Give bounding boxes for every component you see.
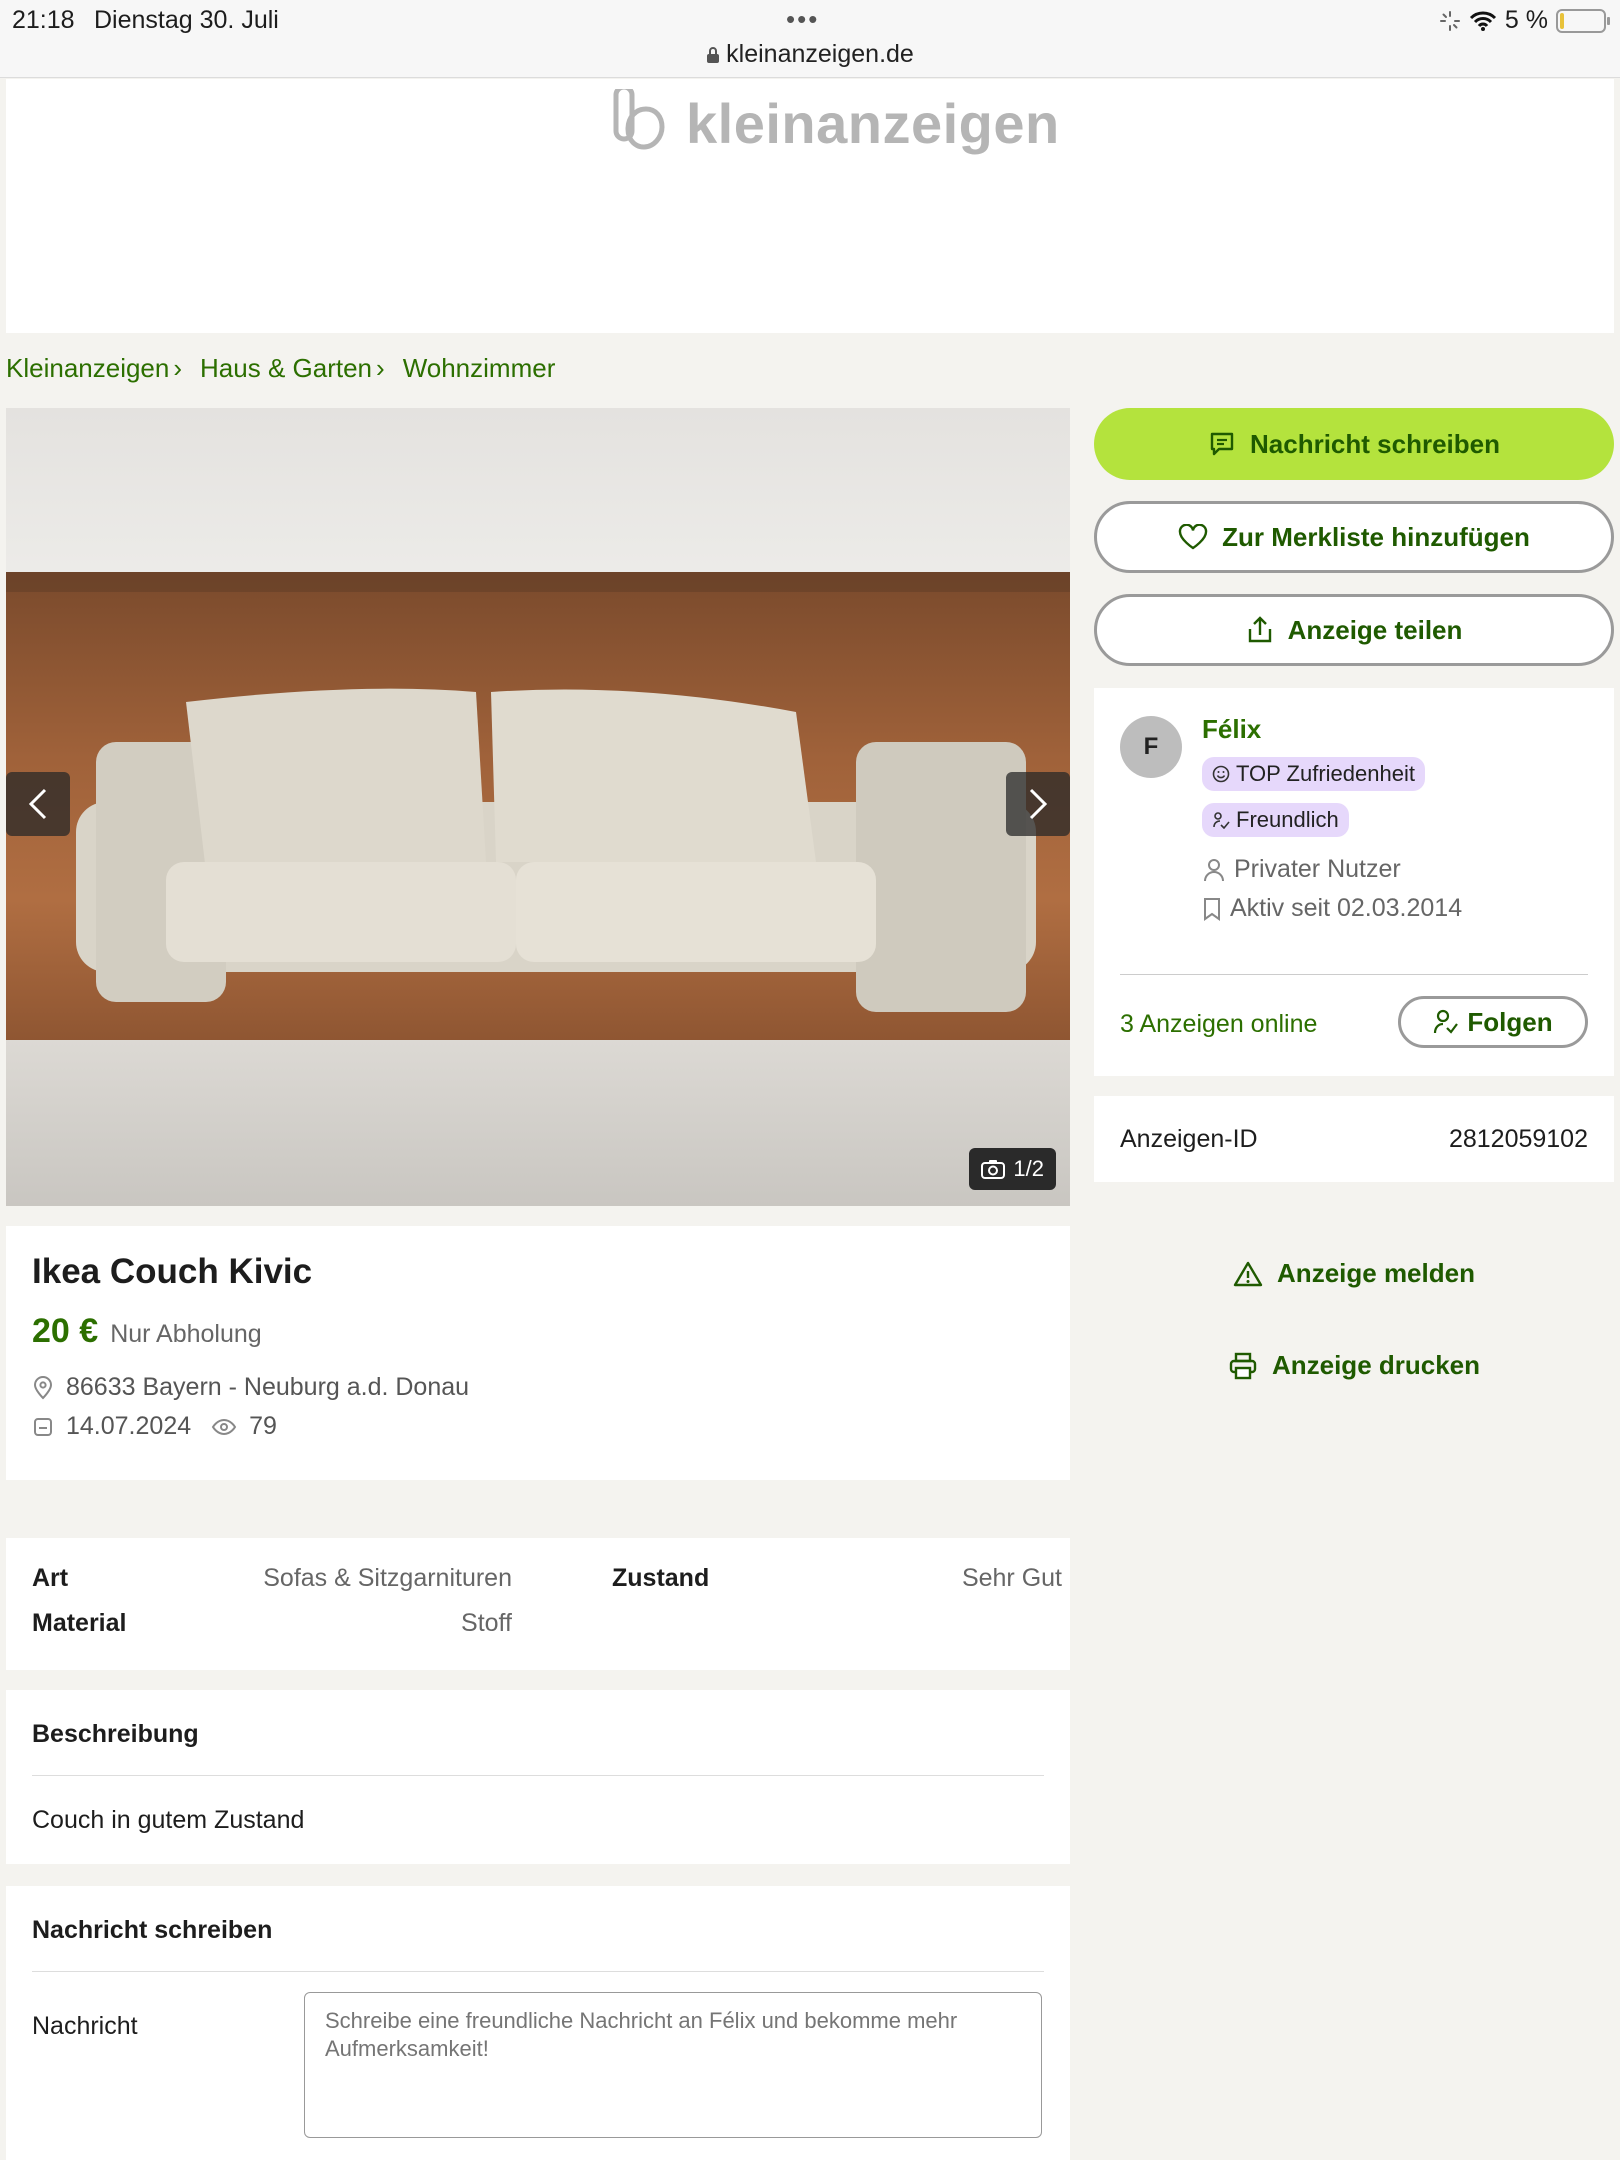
share-icon <box>1248 616 1271 643</box>
seller-card: F Félix TOP Zufriedenheit Freundlich Pri… <box>1094 688 1614 1076</box>
smiley-icon <box>1212 765 1230 783</box>
attr-art-label: Art <box>32 1564 69 1592</box>
ad-date: 14.07.2024 <box>66 1412 192 1440</box>
shipping-info: Nur Abholung <box>110 1320 262 1348</box>
status-bar: 21:18 Dienstag 30. Juli ••• kleinanzeige… <box>0 0 1620 78</box>
gallery-prev-button[interactable] <box>6 772 70 836</box>
battery-icon <box>1556 8 1610 33</box>
friendly-badge: Freundlich <box>1202 803 1349 837</box>
wifi-icon <box>1469 11 1496 31</box>
ad-location: 86633 Bayern - Neuburg a.d. Donau <box>66 1373 470 1401</box>
message-section-title: Nachricht schreiben <box>32 1886 1044 1972</box>
kleinanzeigen-logo-icon <box>613 89 665 150</box>
status-indicators: 5 % <box>1439 6 1610 35</box>
camera-icon <box>981 1160 1006 1179</box>
attr-art-value: Sofas & Sitzgarnituren <box>263 1564 512 1592</box>
address-bar[interactable]: kleinanzeigen.de <box>0 40 1620 69</box>
couch-image <box>76 688 1036 1012</box>
satisfaction-badge: TOP Zufriedenheit <box>1202 757 1425 791</box>
chevron-right-icon: › <box>376 353 385 383</box>
status-time: 21:18 <box>12 6 75 34</box>
calendar-icon <box>34 1417 52 1436</box>
logo-text: kleinanzeigen <box>686 91 1060 155</box>
ad-summary-card: Ikea Couch Kivic 20 € Nur Abholung 86633… <box>6 1226 1070 1480</box>
message-textarea[interactable] <box>304 1992 1042 2138</box>
chevron-left-icon <box>28 788 47 820</box>
status-date: Dienstag 30. Juli <box>94 6 279 34</box>
breadcrumb-item[interactable]: Kleinanzeigen › <box>6 353 182 384</box>
gallery-next-button[interactable] <box>1006 772 1070 836</box>
ad-id-card: Anzeigen-ID 2812059102 <box>1094 1096 1614 1182</box>
person-icon <box>1204 858 1224 881</box>
share-ad-button[interactable]: Anzeige teilen <box>1094 594 1614 666</box>
seller-type: Privater Nutzer <box>1202 855 1462 884</box>
handshake-icon <box>1213 812 1230 829</box>
url-text: kleinanzeigen.de <box>726 40 914 68</box>
ad-id-value: 2812059102 <box>1448 1124 1588 1153</box>
seller-name[interactable]: Félix <box>1202 714 1462 745</box>
description-title: Beschreibung <box>32 1690 1044 1776</box>
battery-percent: 5 % <box>1504 6 1548 34</box>
follow-user-icon <box>1434 1009 1459 1034</box>
attributes-card: Art Sofas & Sitzgarnituren Zustand Sehr … <box>6 1538 1070 1670</box>
message-form-card: Nachricht schreiben Nachricht <box>6 1886 1070 2160</box>
write-message-button[interactable]: Nachricht schreiben <box>1094 408 1614 480</box>
breadcrumb: Kleinanzeigen › Haus & Garten › Wohnzimmer <box>6 353 555 384</box>
chevron-right-icon: › <box>173 353 183 383</box>
seller-active-since: Aktiv seit 02.03.2014 <box>1202 894 1462 923</box>
chevron-right-icon <box>1029 788 1048 820</box>
attr-zustand-value: Sehr Gut <box>961 1564 1062 1592</box>
loading-spinner-icon <box>1439 10 1460 31</box>
listing-photo[interactable] <box>6 572 1070 1040</box>
ad-id-label: Anzeigen-ID <box>1120 1124 1258 1153</box>
eye-icon <box>211 1418 237 1435</box>
ad-title: Ikea Couch Kivic <box>32 1252 313 1291</box>
breadcrumb-item[interactable]: Haus & Garten › <box>200 353 385 384</box>
attr-zustand-label: Zustand <box>612 1564 710 1592</box>
attr-material-value: Stoff <box>461 1609 512 1637</box>
printer-icon <box>1229 1352 1257 1379</box>
attr-material-label: Material <box>32 1609 127 1637</box>
bookmark-icon <box>1204 897 1220 921</box>
location-pin-icon <box>33 1375 53 1399</box>
image-gallery[interactable]: 1/2 <box>6 408 1070 1206</box>
add-to-watchlist-button[interactable]: Zur Merkliste hinzufügen <box>1094 501 1614 573</box>
logo[interactable]: kleinanzeigen <box>606 89 1060 157</box>
description-card: Beschreibung Couch in gutem Zustand <box>6 1690 1070 1864</box>
print-ad-link[interactable]: Anzeige drucken <box>1094 1350 1614 1381</box>
description-text: Couch in gutem Zustand <box>32 1806 305 1834</box>
chat-icon <box>1210 432 1234 456</box>
ad-price: 20 € <box>32 1312 99 1350</box>
avatar[interactable]: F <box>1120 716 1182 778</box>
site-header: kleinanzeigen <box>6 79 1614 333</box>
follow-button[interactable]: Folgen <box>1398 996 1588 1048</box>
message-label: Nachricht <box>32 2012 138 2040</box>
heart-icon <box>1178 524 1208 550</box>
ad-views: 79 <box>249 1412 277 1440</box>
image-counter: 1/2 <box>969 1148 1056 1190</box>
breadcrumb-item[interactable]: Wohnzimmer <box>403 353 556 384</box>
report-ad-link[interactable]: Anzeige melden <box>1094 1258 1614 1289</box>
warning-icon <box>1233 1261 1263 1286</box>
more-dots-icon[interactable]: ••• <box>786 4 819 35</box>
lock-icon <box>707 47 720 63</box>
seller-ads-online-link[interactable]: 3 Anzeigen online <box>1120 1010 1317 1039</box>
